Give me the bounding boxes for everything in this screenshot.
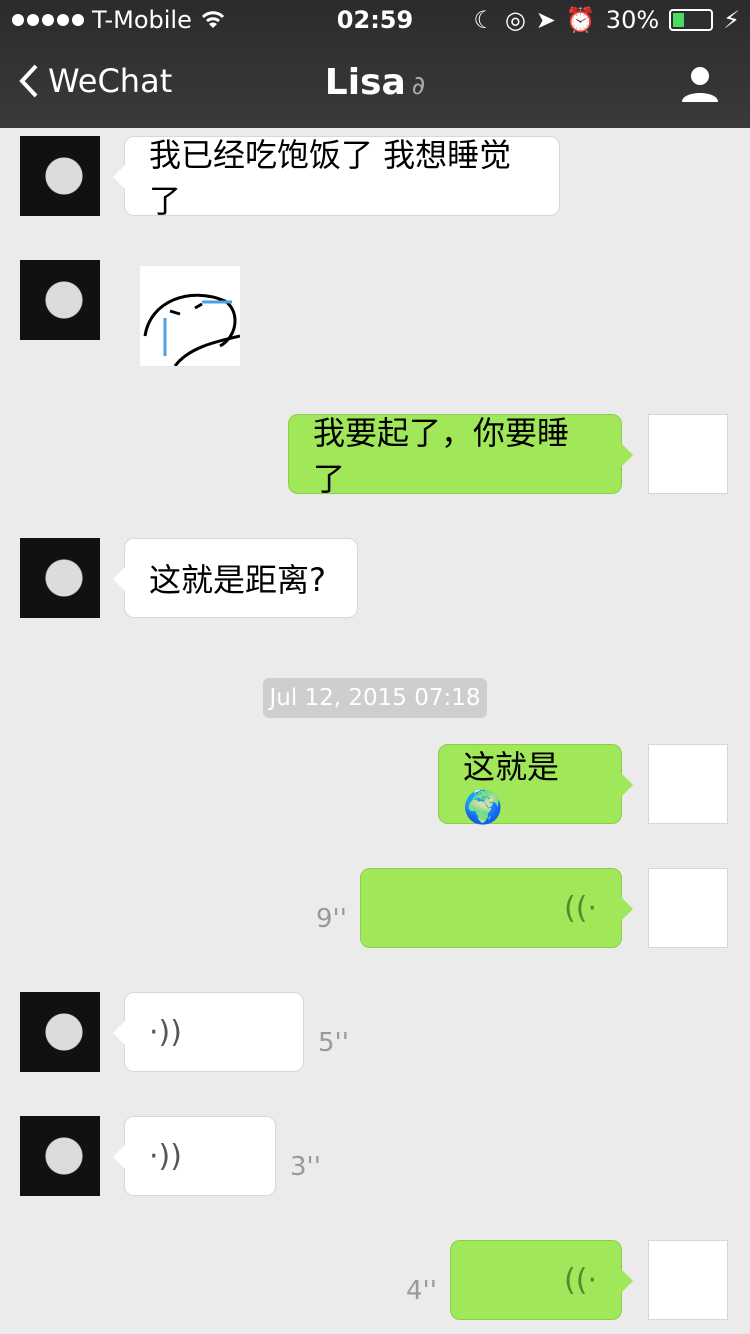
rotation-lock-icon: ◎ — [504, 6, 526, 34]
voice-wave-icon: ·)) — [149, 1138, 182, 1174]
lisa-avatar[interactable] — [20, 260, 100, 340]
voice-wave-icon: ·)) — [149, 1014, 182, 1050]
voice-duration: 5'' — [318, 1028, 349, 1058]
message-bubble-outgoing[interactable]: 这就是🌍 — [438, 744, 633, 826]
status-bar: T-Mobile 02:59 ☾ ◎ ➤ ⏰ 30% ⚡ — [0, 0, 750, 40]
my-avatar[interactable] — [648, 868, 728, 948]
chat-title: Lisa ∂ — [0, 62, 750, 103]
message-text: 我已经吃饱饭了 我想睡觉了 — [149, 136, 512, 220]
sleeping-face-sticker-icon — [143, 293, 241, 367]
voice-wave-icon: ((· — [564, 1262, 597, 1298]
alarm-icon: ⏰ — [565, 6, 596, 34]
battery-fill — [673, 13, 685, 27]
chat-timestamp: Jul 12, 2015 07:18 — [263, 678, 487, 718]
profile-icon[interactable] — [680, 64, 720, 104]
message-bubble-outgoing[interactable]: 我要起了，你要睡了 — [288, 414, 633, 498]
moon-icon: ☾ — [473, 6, 495, 34]
lisa-avatar[interactable] — [20, 992, 100, 1072]
message-bubble-incoming[interactable]: 这就是距离? — [113, 538, 358, 618]
charging-icon: ⚡ — [723, 6, 740, 34]
voice-wave-icon: ((· — [564, 890, 597, 926]
my-avatar[interactable] — [648, 1240, 728, 1320]
location-icon: ➤ — [535, 6, 556, 34]
my-avatar[interactable] — [648, 744, 728, 824]
message-bubble-incoming[interactable]: 我已经吃饱饭了 我想睡觉了 — [113, 136, 560, 220]
battery-icon — [669, 9, 714, 31]
contact-name: Lisa — [324, 62, 406, 103]
voice-duration: 9'' — [316, 904, 347, 934]
status-right: ☾ ◎ ➤ ⏰ 30% ⚡ — [473, 6, 740, 34]
message-text: 这就是距离? — [149, 561, 326, 599]
lisa-avatar[interactable] — [20, 538, 100, 618]
message-text: 这就是🌍 — [463, 748, 560, 826]
message-text: 我要起了，你要睡了 — [313, 414, 570, 498]
top-bar: T-Mobile 02:59 ☾ ◎ ➤ ⏰ 30% ⚡ WeChat Lisa… — [0, 0, 750, 128]
voice-duration: 4'' — [406, 1276, 437, 1306]
voice-message-incoming[interactable]: ·)) — [113, 1116, 276, 1196]
lisa-avatar[interactable] — [20, 136, 100, 216]
my-avatar[interactable] — [648, 414, 728, 494]
voice-message-outgoing[interactable]: ((· — [450, 1240, 633, 1320]
voice-message-incoming[interactable]: ·)) — [113, 992, 304, 1072]
ear-icon: ∂ — [411, 71, 426, 101]
voice-message-outgoing[interactable]: ((· — [360, 868, 633, 948]
lisa-avatar[interactable] — [20, 1116, 100, 1196]
battery-percent: 30% — [605, 6, 660, 34]
voice-duration: 3'' — [290, 1152, 321, 1182]
sticker-image[interactable] — [140, 266, 241, 367]
